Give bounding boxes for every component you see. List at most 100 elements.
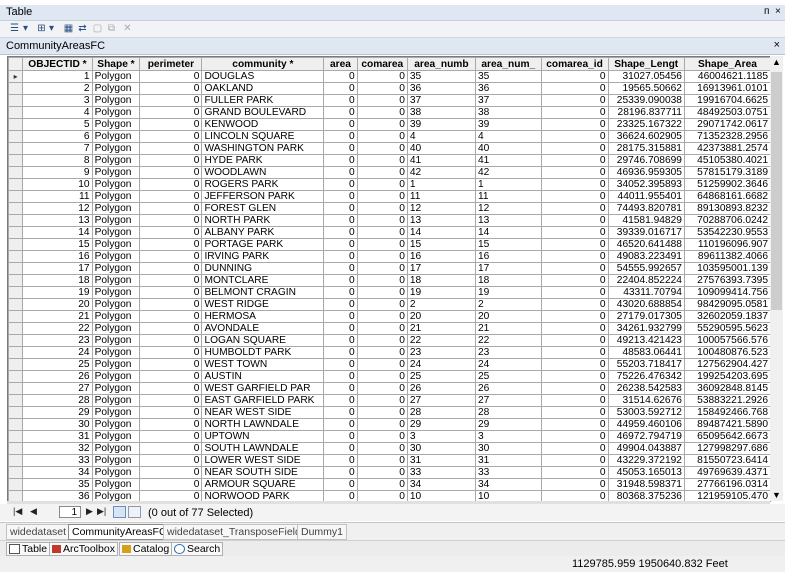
table-cell[interactable]: 23325.167322	[607, 118, 685, 131]
table-cell[interactable]: 0	[356, 394, 408, 407]
table-cell[interactable]: 16913961.0101	[683, 82, 771, 95]
table-cell[interactable]: Polygon	[91, 430, 141, 443]
scroll-thumb[interactable]	[771, 72, 782, 310]
table-row[interactable]: 5 Polygon 0 KENWOOD 0 0 39 39 0 23325.167322 29071…	[8, 118, 771, 131]
table-cell[interactable]: 0	[540, 454, 609, 467]
table-cell[interactable]: 0	[323, 322, 358, 335]
table-row[interactable]: 23 Polygon 0 LOGAN SQUARE 0 0 22 22 0 49213.42142…	[8, 334, 771, 347]
table-row[interactable]: 6 Polygon 0 LINCOLN SQUARE 0 0 4 4 0 36624.602905…	[8, 130, 771, 143]
table-cell[interactable]: 109099414.756	[683, 286, 771, 299]
table-cell[interactable]: 26	[406, 382, 476, 395]
table-cell[interactable]: 0	[139, 226, 203, 239]
table-cell[interactable]: 0	[356, 70, 408, 83]
table-cell[interactable]: Polygon	[91, 394, 141, 407]
table-cell[interactable]: Polygon	[91, 94, 141, 107]
table-cell[interactable]: 0	[323, 442, 358, 455]
row-selector[interactable]	[8, 298, 24, 311]
table-row[interactable]: 17 Polygon 0 DUNNING 0 0 17 17 0 54555.992657 1035…	[8, 262, 771, 275]
table-row[interactable]: 34 Polygon 0 NEAR SOUTH SIDE 0 0 33 33 0 45053.16…	[8, 466, 771, 479]
table-cell[interactable]: 0	[356, 154, 408, 167]
table-cell[interactable]: 0	[323, 130, 358, 143]
table-cell[interactable]: 0	[139, 82, 203, 95]
table-cell[interactable]: 0	[356, 322, 408, 335]
table-cell[interactable]: 2	[22, 82, 93, 95]
table-cell[interactable]: 46936.959305	[607, 166, 685, 179]
column-header[interactable]: area	[323, 57, 358, 71]
table-cell[interactable]: 25339.090038	[607, 94, 685, 107]
table-cell[interactable]: Polygon	[91, 454, 141, 467]
table-cell[interactable]: 49904.043887	[607, 442, 685, 455]
table-cell[interactable]: 0	[540, 178, 609, 191]
table-cell[interactable]: 100057566.576	[683, 334, 771, 347]
table-cell[interactable]: 8	[22, 154, 93, 167]
table-cell[interactable]: FOREST GLEN	[201, 202, 325, 215]
table-cell[interactable]: 31027.05456	[607, 70, 685, 83]
table-cell[interactable]: 35	[22, 478, 93, 491]
table-cell[interactable]: 0	[356, 382, 408, 395]
table-cell[interactable]: 0	[139, 370, 203, 383]
table-cell[interactable]: 0	[356, 130, 408, 143]
table-cell[interactable]: 0	[139, 178, 203, 191]
options-dropdown-icon[interactable]: ▾	[19, 23, 32, 34]
table-cell[interactable]: 0	[356, 298, 408, 311]
table-cell[interactable]: 46520.641488	[607, 238, 685, 251]
table-cell[interactable]: 27	[474, 394, 542, 407]
table-cell[interactable]: 64868161.6682	[683, 190, 771, 203]
table-cell[interactable]: 29	[22, 406, 93, 419]
table-cell[interactable]: 31	[474, 454, 542, 467]
scroll-up-arrow-icon[interactable]: ▲	[770, 56, 783, 68]
table-cell[interactable]: 0	[356, 166, 408, 179]
table-cell[interactable]: Polygon	[91, 130, 141, 143]
tab-widedataset[interactable]: widedataset	[6, 524, 71, 540]
table-cell[interactable]: Polygon	[91, 370, 141, 383]
table-cell[interactable]: 4	[474, 130, 542, 143]
table-cell[interactable]: 26238.542583	[607, 382, 685, 395]
table-cell[interactable]: Polygon	[91, 334, 141, 347]
table-cell[interactable]: 36	[474, 82, 542, 95]
row-selector[interactable]: ▸	[8, 70, 24, 83]
table-cell[interactable]: 0	[356, 226, 408, 239]
table-cell[interactable]: Polygon	[91, 418, 141, 431]
table-row[interactable]: 22 Polygon 0 AVONDALE 0 0 21 21 0 34261.932799 552…	[8, 322, 771, 335]
table-cell[interactable]: 49083.223491	[607, 250, 685, 263]
table-cell[interactable]: 42	[406, 166, 476, 179]
table-cell[interactable]: 41	[474, 154, 542, 167]
table-cell[interactable]: 33	[406, 466, 476, 479]
table-cell[interactable]: HUMBOLDT PARK	[201, 346, 325, 359]
table-cell[interactable]: 18	[22, 274, 93, 287]
table-cell[interactable]: 55290595.5623	[683, 322, 771, 335]
table-cell[interactable]: 0	[540, 358, 609, 371]
table-cell[interactable]: Polygon	[91, 82, 141, 95]
table-cell[interactable]: 0	[139, 166, 203, 179]
table-cell[interactable]: 0	[323, 166, 358, 179]
table-cell[interactable]: Polygon	[91, 466, 141, 479]
table-cell[interactable]: 199254203.695	[683, 370, 771, 383]
table-cell[interactable]: FULLER PARK	[201, 94, 325, 107]
table-cell[interactable]: OAKLAND	[201, 82, 325, 95]
row-selector[interactable]	[8, 286, 24, 299]
table-cell[interactable]: 0	[139, 466, 203, 479]
table-cell[interactable]: 14	[22, 226, 93, 239]
table-cell[interactable]: 0	[139, 442, 203, 455]
table-cell[interactable]: 0	[139, 70, 203, 83]
table-cell[interactable]: NEAR SOUTH SIDE	[201, 466, 325, 479]
table-cell[interactable]: 22	[22, 322, 93, 335]
table-cell[interactable]: Polygon	[91, 70, 141, 83]
table-cell[interactable]: 0	[323, 310, 358, 323]
table-cell[interactable]: 40	[406, 142, 476, 155]
column-header[interactable]: Shape_Area	[683, 57, 771, 71]
row-selector[interactable]	[8, 406, 24, 419]
table-cell[interactable]: 127998297.686	[683, 442, 771, 455]
table-cell[interactable]: 22404.852224	[607, 274, 685, 287]
table-cell[interactable]: 34	[406, 478, 476, 491]
table-cell[interactable]: 0	[139, 310, 203, 323]
row-selector[interactable]	[8, 226, 24, 239]
table-cell[interactable]: UPTOWN	[201, 430, 325, 443]
table-cell[interactable]: 2	[474, 298, 542, 311]
table-cell[interactable]: IRVING PARK	[201, 250, 325, 263]
table-cell[interactable]: 13	[406, 214, 476, 227]
table-cell[interactable]: 0	[139, 238, 203, 251]
table-row[interactable]: 8 Polygon 0 HYDE PARK 0 0 41 41 0 29746.708699 451…	[8, 154, 771, 167]
table-cell[interactable]: 24	[22, 346, 93, 359]
row-selector[interactable]	[8, 238, 24, 251]
